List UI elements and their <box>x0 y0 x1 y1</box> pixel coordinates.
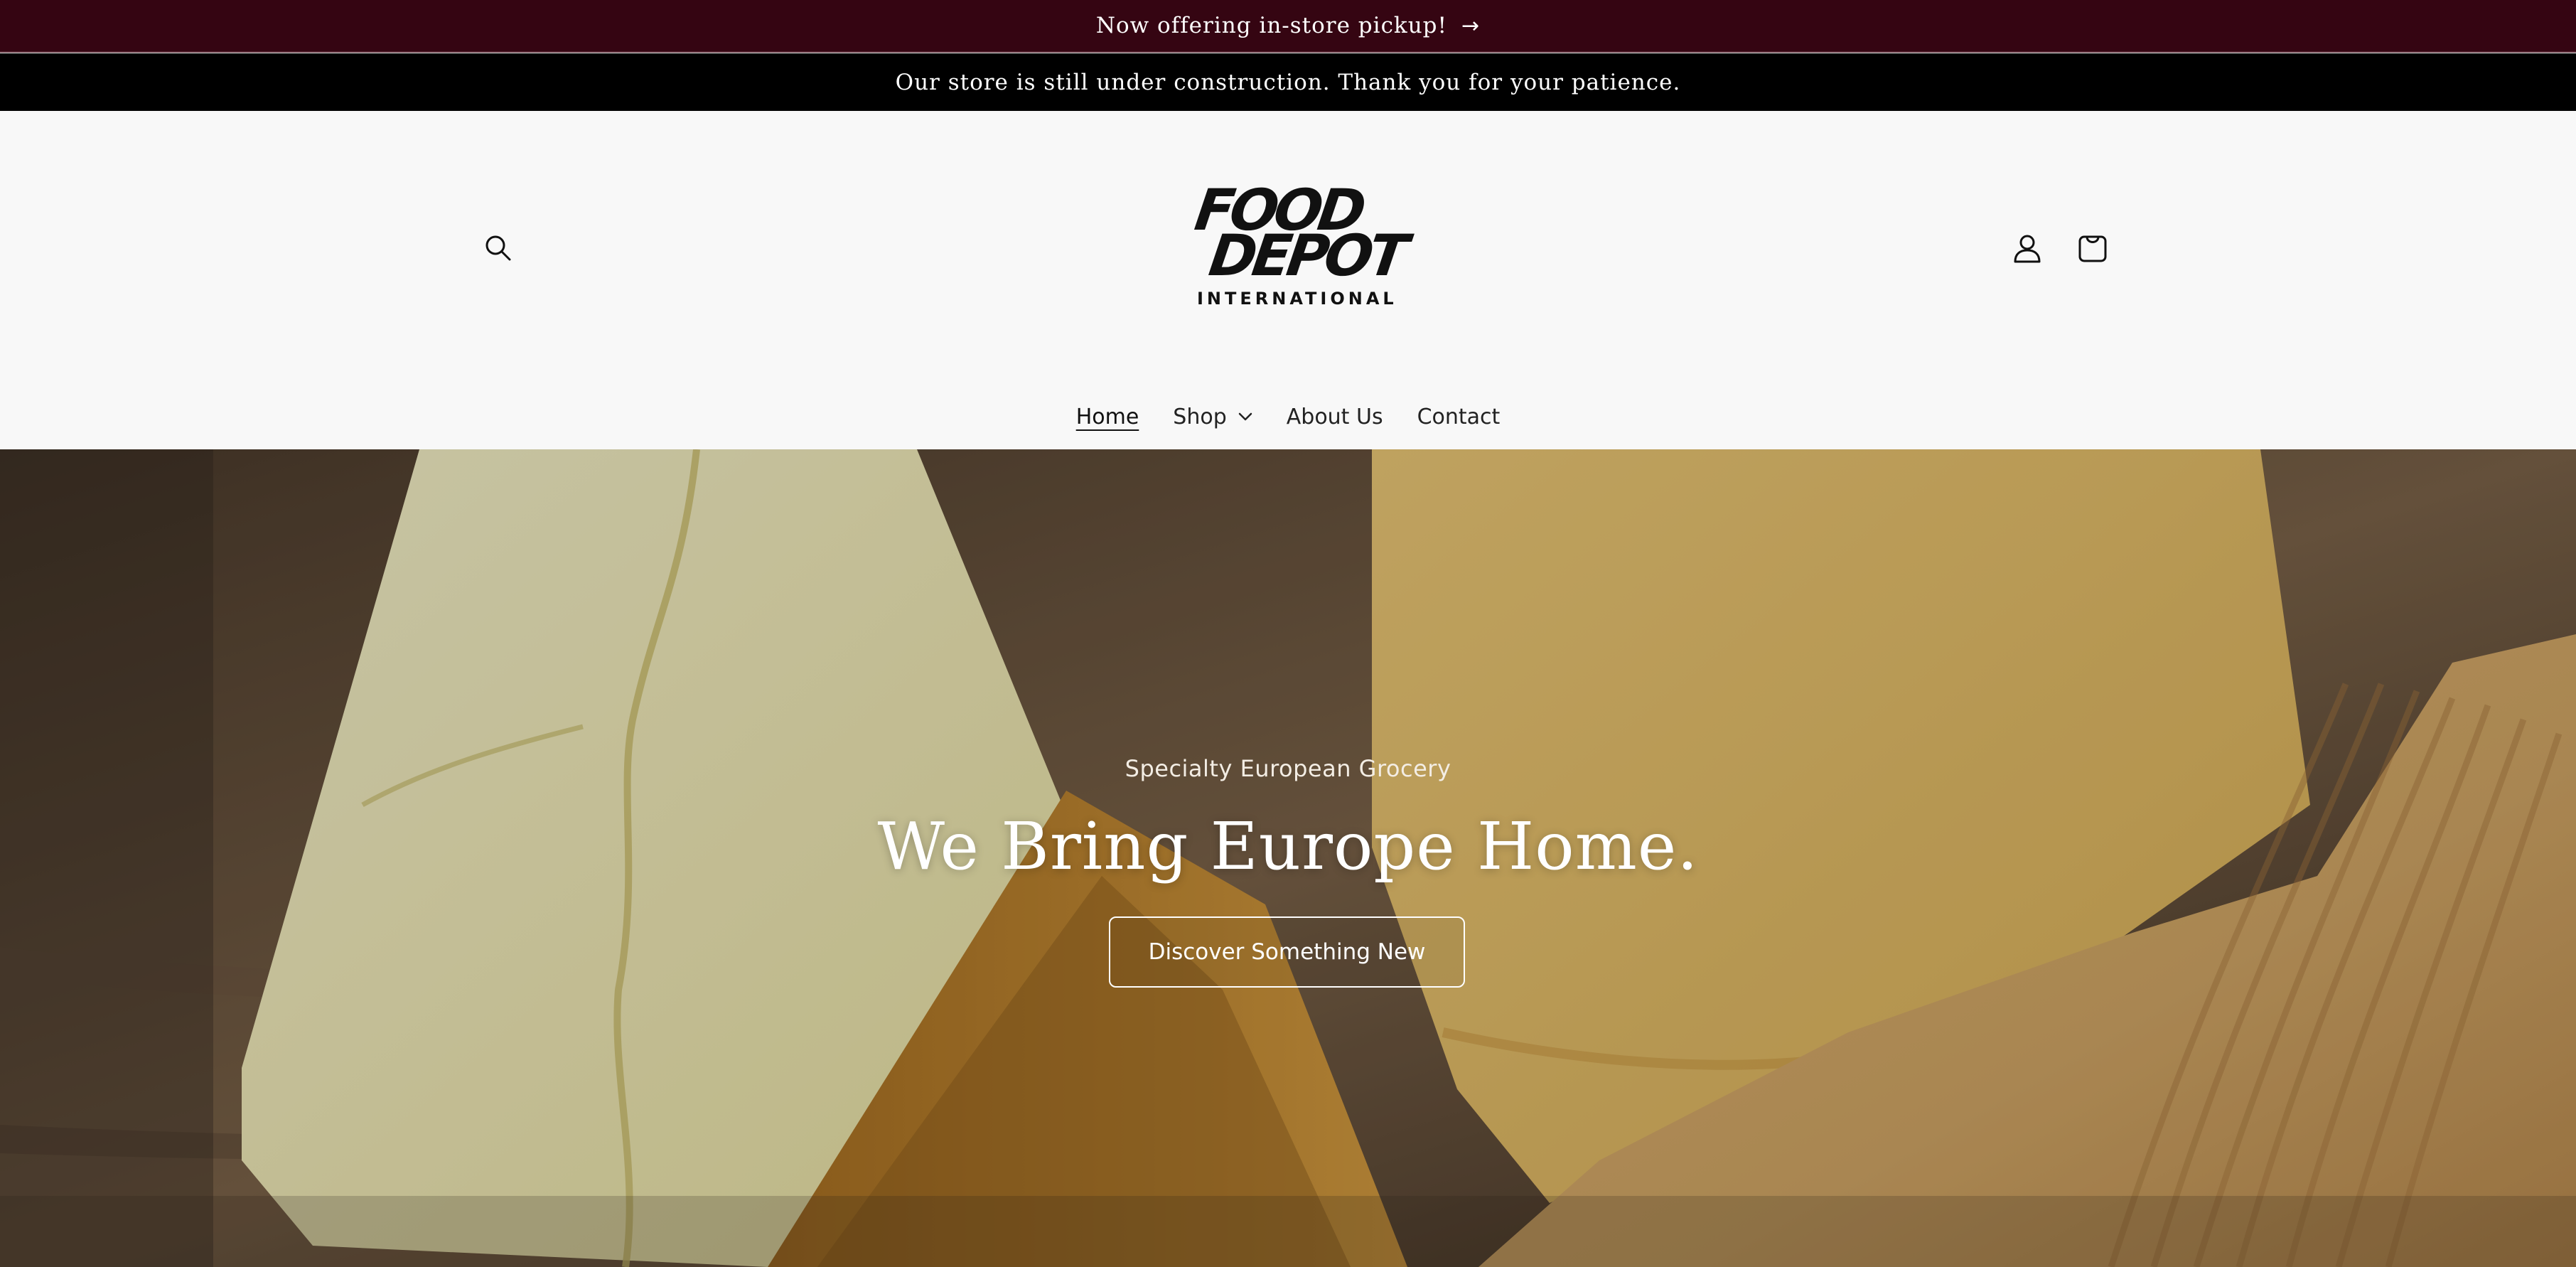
site-header: FOOD DEPOT INTERNATIONAL Home Shop About… <box>0 111 2576 449</box>
nav-item-about-us[interactable]: About Us <box>1270 395 1400 438</box>
announcement-construction-text: Our store is still under construction. T… <box>895 69 1681 95</box>
nav-home-label[interactable]: Home <box>1076 405 1139 429</box>
nav-about-label[interactable]: About Us <box>1287 405 1383 429</box>
cart-icon <box>2076 231 2110 269</box>
discover-button[interactable]: Discover Something New <box>1109 916 1465 988</box>
nav-item-contact[interactable]: Contact <box>1400 395 1518 438</box>
search-button[interactable] <box>470 221 527 278</box>
hero-title: We Bring Europe Home. <box>877 808 1699 884</box>
cart-button[interactable] <box>2064 221 2121 278</box>
announcement-bar-construction: Our store is still under construction. T… <box>0 53 2576 111</box>
nav-item-home[interactable]: Home <box>1059 395 1156 438</box>
nav-shop-label[interactable]: Shop <box>1173 405 1226 429</box>
hero-content: Specialty European Grocery We Bring Euro… <box>0 449 2576 1267</box>
account-button[interactable] <box>1999 221 2056 278</box>
account-icon <box>2011 232 2044 268</box>
logo-line-depot: DEPOT <box>1205 223 1408 289</box>
announcement-bar-pickup[interactable]: Now offering in-store pickup! → <box>0 0 2576 53</box>
discover-button-label[interactable]: Discover Something New <box>1149 939 1426 965</box>
nav-item-shop[interactable]: Shop <box>1156 395 1269 438</box>
announcement-pickup-text[interactable]: Now offering in-store pickup! <box>1096 13 1447 38</box>
hero-subtitle: Specialty European Grocery <box>1125 755 1451 782</box>
store-logo[interactable]: FOOD DEPOT INTERNATIONAL <box>1181 177 1408 317</box>
search-icon <box>483 232 514 267</box>
arrow-right-icon: → <box>1461 13 1481 38</box>
hero-banner: Specialty European Grocery We Bring Euro… <box>0 449 2576 1267</box>
nav-contact-label[interactable]: Contact <box>1417 405 1501 429</box>
main-nav: Home Shop About Us Contact <box>0 388 2576 445</box>
logo-line-international: INTERNATIONAL <box>1197 289 1397 309</box>
chevron-down-icon[interactable] <box>1238 412 1252 421</box>
